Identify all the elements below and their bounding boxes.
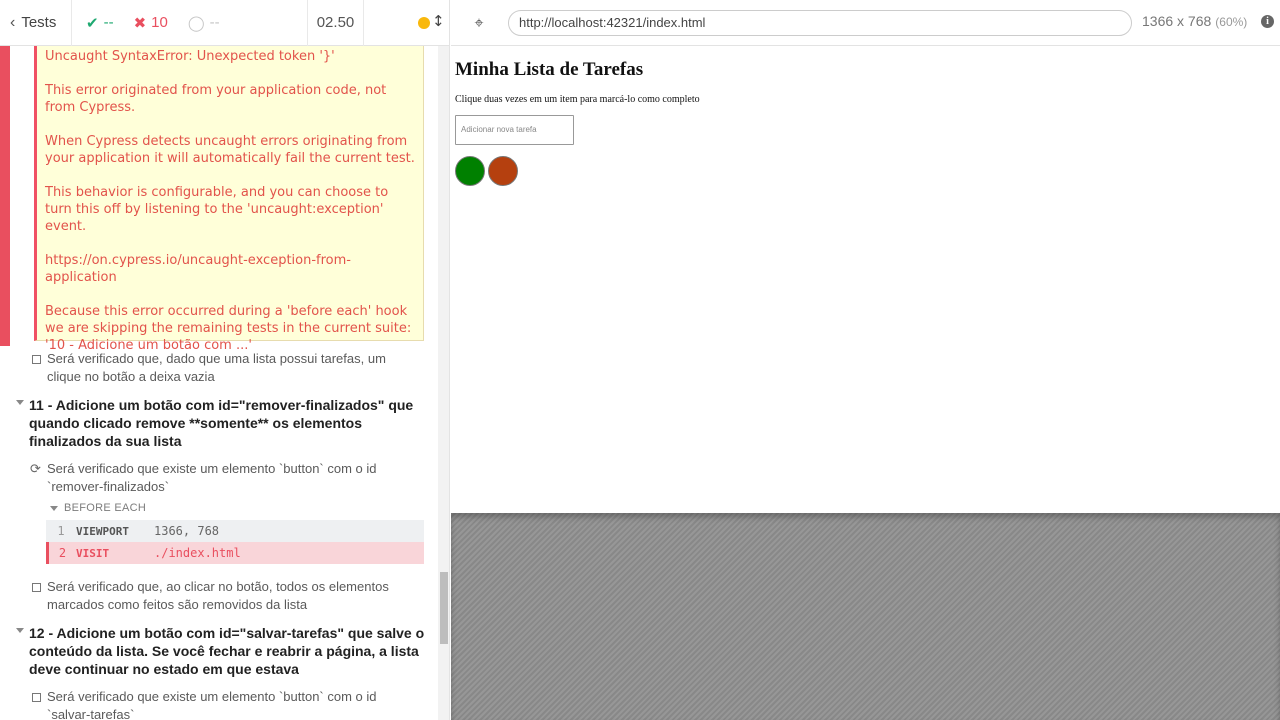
suite-title: 11 - Adicione um botão com id="remover-f… bbox=[29, 397, 414, 449]
pending-checkbox-icon bbox=[32, 583, 41, 592]
run-controls: ↕ bbox=[364, 0, 449, 46]
viewport-size: 1366 x 768 bbox=[1142, 13, 1212, 29]
error-line: When Cypress detects uncaught errors ori… bbox=[45, 134, 415, 166]
refresh-icon: ⟳ bbox=[30, 461, 41, 476]
duration: 02.50 bbox=[308, 0, 364, 46]
orange-round-button[interactable] bbox=[488, 156, 518, 186]
hook-label: BEFORE EACH bbox=[64, 502, 147, 514]
test-item[interactable]: Será verificado que, ao clicar no botão,… bbox=[30, 578, 400, 614]
command-row-failed[interactable]: 2 VISIT ./index.html bbox=[46, 542, 424, 564]
chevron-left-icon: ‹ bbox=[10, 13, 16, 31]
suite-item[interactable]: 12 - Adicione um botão com id="salvar-ta… bbox=[14, 624, 428, 678]
stats: ✔ -- ✖ 10 ◯ -- bbox=[72, 0, 308, 46]
reporter-panel: ‹ Tests ✔ -- ✖ 10 ◯ -- 02.50 ↕ Uncaught … bbox=[0, 0, 450, 720]
check-icon: ✔ bbox=[86, 14, 99, 32]
test-title: Será verificado que existe um elemento `… bbox=[47, 689, 377, 720]
viewport-scale: (60%) bbox=[1215, 15, 1248, 29]
command-number: 2 bbox=[58, 546, 67, 560]
caret-down-icon bbox=[50, 505, 58, 511]
error-link[interactable]: https://on.cypress.io/uncaught-exception… bbox=[45, 252, 415, 286]
runnable-list: Uncaught SyntaxError: Unexpected token '… bbox=[0, 46, 438, 720]
tests-button[interactable]: ‹ Tests bbox=[0, 0, 72, 46]
test-title: Será verificado que, dado que uma lista … bbox=[47, 351, 386, 384]
viewport-info: 1366 x 768 (60%) bbox=[1142, 13, 1247, 29]
running-indicator-icon bbox=[418, 16, 430, 29]
pending-checkbox-icon bbox=[32, 355, 41, 364]
suite-item[interactable]: 11 - Adicione um botão com id="remover-f… bbox=[14, 396, 428, 450]
pending-checkbox-icon bbox=[32, 693, 41, 702]
test-title: Será verificado que existe um elemento `… bbox=[47, 461, 377, 494]
test-title: Será verificado que, ao clicar no botão,… bbox=[47, 579, 389, 612]
error-line: This behavior is configurable, and you c… bbox=[45, 185, 389, 234]
caret-down-icon bbox=[16, 628, 24, 633]
test-item[interactable]: Será verificado que existe um elemento `… bbox=[30, 688, 400, 720]
caret-down-icon bbox=[16, 400, 24, 405]
x-icon: ✖ bbox=[133, 14, 147, 32]
pending-count: -- bbox=[209, 14, 220, 31]
auto-scroll-icon[interactable]: ↕ bbox=[432, 12, 445, 30]
url-bar[interactable]: http://localhost:42321/index.html bbox=[508, 10, 1132, 36]
command-name: VISIT bbox=[76, 546, 110, 560]
passed-stat: ✔ -- bbox=[86, 14, 114, 32]
aut-background bbox=[451, 513, 1280, 720]
circle-notch-icon: ◯ bbox=[187, 14, 205, 32]
error-line: Because this error occurred during a 'be… bbox=[45, 304, 412, 353]
new-task-input[interactable]: Adicionar nova tarefa bbox=[455, 115, 574, 145]
scrollbar-thumb[interactable] bbox=[440, 572, 448, 644]
app-instructions: Clique duas vezes em um item para marcá-… bbox=[455, 94, 700, 105]
failed-stat: ✖ 10 bbox=[134, 14, 168, 32]
failed-count: 10 bbox=[151, 14, 168, 31]
error-line: Uncaught SyntaxError: Unexpected token '… bbox=[45, 49, 335, 64]
error-line: This error originated from your applicat… bbox=[45, 83, 387, 115]
scrollbar[interactable] bbox=[438, 46, 449, 720]
info-icon[interactable]: i bbox=[1261, 15, 1274, 28]
suite-title: 12 - Adicione um botão com id="salvar-ta… bbox=[29, 625, 425, 677]
hook-title[interactable]: BEFORE EACH bbox=[50, 502, 146, 514]
failed-indicator bbox=[0, 46, 10, 346]
command-number: 1 bbox=[57, 524, 65, 538]
tests-label: Tests bbox=[21, 14, 57, 31]
app-title: Minha Lista de Tarefas bbox=[455, 59, 644, 80]
command-name: VIEWPORT bbox=[76, 524, 129, 538]
green-round-button[interactable] bbox=[455, 156, 485, 186]
reporter-header: ‹ Tests ✔ -- ✖ 10 ◯ -- 02.50 ↕ bbox=[0, 0, 449, 46]
command-message: ./index.html bbox=[154, 546, 241, 560]
pending-stat: ◯ -- bbox=[188, 14, 220, 32]
command-row[interactable]: 1 VIEWPORT 1366, 768 bbox=[46, 520, 424, 542]
test-item[interactable]: Será verificado que, dado que uma lista … bbox=[30, 350, 390, 386]
selector-playground-icon[interactable]: ⌖ bbox=[469, 13, 489, 33]
error-message: Uncaught SyntaxError: Unexpected token '… bbox=[34, 46, 424, 353]
command-message: 1366, 768 bbox=[154, 524, 220, 538]
test-item[interactable]: ⟳ Será verificado que existe um elemento… bbox=[30, 460, 400, 496]
app-preview: Minha Lista de Tarefas Clique duas vezes… bbox=[451, 47, 1280, 513]
aut-header: ⌖ http://localhost:42321/index.html 1366… bbox=[451, 0, 1280, 46]
passed-count: -- bbox=[103, 14, 114, 31]
